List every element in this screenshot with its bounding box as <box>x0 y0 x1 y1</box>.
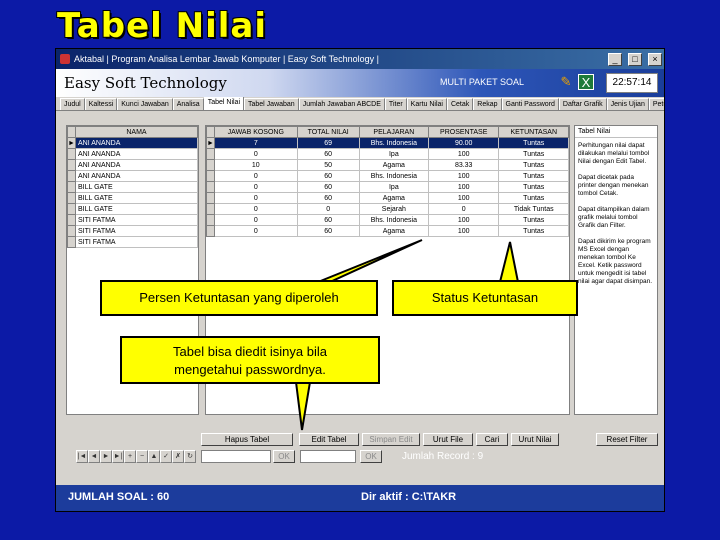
callout-edit: Tabel bisa diedit isinya bila mengetahui… <box>120 336 380 384</box>
callout-edit-line: Tabel bisa diedit isinya bila <box>173 344 327 359</box>
callout-status: Status Ketuntasan <box>392 280 578 316</box>
pointer-edit <box>294 381 312 431</box>
callout-edit-line: mengetahui passwordnya. <box>174 362 326 377</box>
pointer-status <box>498 241 520 283</box>
callout-persen: Persen Ketuntasan yang diperoleh <box>100 280 378 316</box>
callout-pointers <box>294 239 520 431</box>
pointer-persen <box>317 239 423 283</box>
